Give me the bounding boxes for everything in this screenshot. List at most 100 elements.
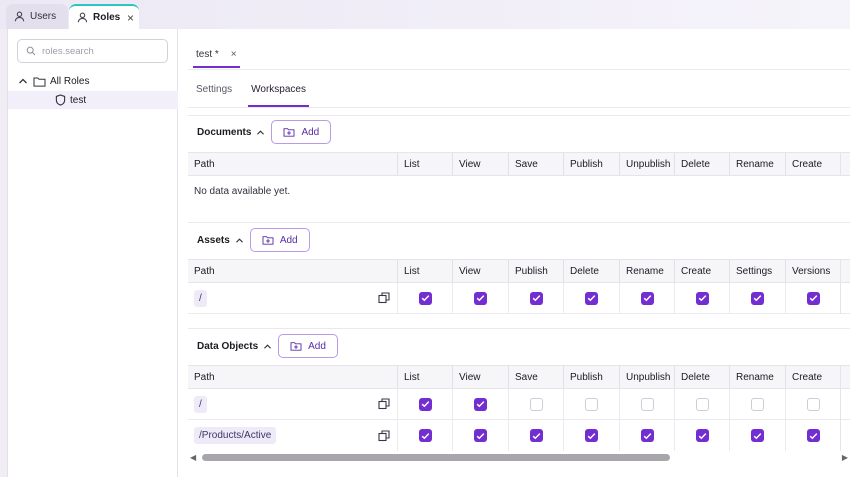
roles-search-box[interactable]	[17, 39, 168, 63]
column-header[interactable]: Path	[188, 260, 398, 282]
checkbox-checked[interactable]	[696, 291, 709, 305]
column-header[interactable]: Path	[188, 153, 398, 175]
checkbox-unchecked[interactable]	[585, 397, 598, 411]
assets-add-button[interactable]: Add	[249, 228, 310, 252]
checkbox-checked[interactable]	[530, 291, 543, 305]
checkbox-checked[interactable]	[474, 429, 487, 442]
column-header[interactable]: List	[397, 153, 453, 175]
column-header[interactable]: View	[452, 260, 508, 282]
folder-icon	[33, 77, 46, 87]
close-icon[interactable]: ×	[231, 49, 237, 60]
check-icon	[476, 401, 485, 408]
documents-add-button[interactable]: Add	[271, 120, 332, 144]
chevron-up-icon[interactable]	[263, 343, 272, 350]
column-header[interactable]: Unpublish	[619, 366, 675, 388]
checkbox-checked[interactable]	[807, 429, 820, 442]
column-header[interactable]: Create	[785, 366, 841, 388]
checkbox-unchecked[interactable]	[751, 397, 764, 411]
copy-icon[interactable]	[378, 292, 390, 304]
path-chip[interactable]: /	[194, 289, 207, 307]
checkbox-cell	[674, 283, 730, 313]
checkbox-checked[interactable]	[641, 429, 654, 442]
column-header[interactable]: Unpublish	[619, 153, 675, 175]
divider	[188, 107, 850, 108]
checkbox-checked[interactable]	[807, 291, 820, 305]
path-chip[interactable]: /	[194, 395, 207, 413]
checkbox-checked[interactable]	[585, 429, 598, 442]
chevron-up-icon[interactable]	[256, 129, 265, 136]
column-header[interactable]: Publish	[563, 366, 619, 388]
checkbox-checked[interactable]	[530, 429, 543, 442]
tab-workspaces[interactable]: Workspaces	[248, 84, 309, 107]
data-objects-panel: Data Objects Add Path List View Save Pub…	[188, 328, 850, 451]
column-header[interactable]: Path	[188, 366, 398, 388]
checkbox-checked[interactable]	[751, 291, 764, 305]
tree-item-test[interactable]: test	[8, 91, 178, 109]
close-tab-roles-icon[interactable]: ×	[127, 12, 134, 24]
checkbox-cell	[674, 420, 730, 451]
folder-add-icon	[262, 236, 274, 245]
tab-roles[interactable]: Roles ×	[69, 4, 139, 29]
check-icon	[643, 432, 652, 439]
roles-search-input[interactable]	[42, 45, 157, 57]
copy-icon[interactable]	[378, 398, 390, 410]
column-header[interactable]: List	[397, 260, 453, 282]
column-header[interactable]: Save	[508, 366, 564, 388]
column-header[interactable]: View	[452, 366, 508, 388]
tree-item-all-roles[interactable]: All Roles	[8, 72, 178, 90]
checkbox-cell	[563, 283, 619, 313]
column-header[interactable]: List	[397, 366, 453, 388]
checkbox-checked[interactable]	[419, 397, 432, 411]
checkbox-checked[interactable]	[585, 291, 598, 305]
editor-tab-test[interactable]: test * ×	[193, 43, 240, 68]
column-header[interactable]: Create	[674, 260, 730, 282]
copy-icon[interactable]	[378, 429, 390, 442]
checkbox-checked[interactable]	[419, 429, 432, 442]
chevron-up-icon[interactable]	[18, 77, 28, 85]
column-header[interactable]: Publish	[508, 260, 564, 282]
checkbox-unchecked[interactable]	[530, 397, 543, 411]
column-header[interactable]: Settings	[729, 260, 785, 282]
folder-add-icon	[290, 342, 302, 351]
chevron-up-icon[interactable]	[235, 237, 244, 244]
scrollbar-thumb[interactable]	[202, 454, 670, 461]
column-header[interactable]: Delete	[674, 153, 730, 175]
scroll-left-arrow-icon[interactable]: ◀	[190, 452, 196, 464]
column-header[interactable]: Versions	[785, 260, 841, 282]
column-header[interactable]: Create	[785, 153, 841, 175]
path-cell: /	[188, 283, 398, 313]
column-header[interactable]: Delete	[563, 260, 619, 282]
checkbox-checked[interactable]	[751, 429, 764, 442]
tab-roles-label: Roles	[93, 12, 121, 23]
horizontal-scrollbar[interactable]: ◀ ▶	[188, 451, 850, 465]
checkbox-checked[interactable]	[419, 291, 432, 305]
path-chip[interactable]: /Products/Active	[194, 427, 277, 444]
column-header[interactable]: Rename	[729, 366, 785, 388]
assets-header: Assets Add	[197, 228, 310, 252]
check-icon	[421, 295, 430, 302]
checkbox-checked[interactable]	[474, 291, 487, 305]
checkbox-checked[interactable]	[641, 291, 654, 305]
column-header[interactable]: View	[452, 153, 508, 175]
checkbox-checked[interactable]	[474, 397, 487, 411]
check-icon	[698, 295, 707, 302]
column-header[interactable]: Delete	[674, 366, 730, 388]
data-objects-add-button[interactable]: Add	[278, 334, 338, 358]
shield-icon	[55, 94, 66, 106]
table-row: /	[188, 389, 850, 420]
tree-root-label: All Roles	[50, 75, 90, 87]
tab-settings[interactable]: Settings	[196, 84, 232, 107]
column-header[interactable]: Rename	[729, 153, 785, 175]
column-header[interactable]: Save	[508, 153, 564, 175]
checkbox-unchecked[interactable]	[641, 397, 654, 411]
checkbox-unchecked[interactable]	[807, 397, 820, 411]
column-header[interactable]: Rename	[619, 260, 675, 282]
column-header[interactable]: Publish	[563, 153, 619, 175]
scroll-right-arrow-icon[interactable]: ▶	[842, 452, 848, 464]
checkbox-unchecked[interactable]	[696, 397, 709, 411]
checkbox-cell	[729, 420, 785, 451]
tab-users[interactable]: Users	[6, 4, 68, 29]
checkbox-checked[interactable]	[696, 429, 709, 442]
check-icon	[753, 432, 762, 439]
left-edge-bar	[0, 29, 8, 477]
